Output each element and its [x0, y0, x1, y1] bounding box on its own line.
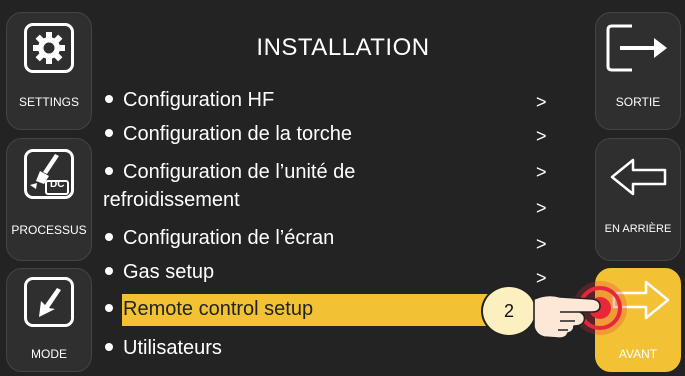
menu-item-screen[interactable]: Configuration de l’écran	[105, 226, 334, 250]
bullet	[105, 232, 113, 241]
forward-label: AVANT	[618, 347, 658, 361]
mode-icon-frame	[24, 277, 74, 327]
chevron-right-icon: >	[536, 92, 547, 112]
menu-item-label: Configuration de l’écran	[123, 227, 335, 249]
mode-button[interactable]: MODE	[6, 268, 92, 372]
bullet	[105, 266, 113, 275]
menu-item-label: refroidissement	[103, 189, 240, 211]
dc-badge: DC	[50, 179, 65, 190]
menu-item-cooling[interactable]: Configuration de l’unité de	[105, 160, 355, 184]
bullet	[105, 342, 113, 351]
menu-item-label: Gas setup	[123, 261, 215, 283]
menu-item-hf[interactable]: Configuration HF	[105, 88, 274, 112]
menu-item-label: Remote control setup	[123, 298, 314, 320]
bullet	[105, 166, 113, 175]
exit-arrow-icon	[606, 24, 667, 72]
process-button[interactable]: DC PROCESSUS	[6, 138, 92, 261]
process-icon-frame: DC	[24, 149, 74, 199]
exit-button[interactable]: SORTIE	[595, 12, 681, 130]
chevron-right-icon: >	[536, 198, 547, 218]
bullet	[105, 128, 113, 137]
settings-label: SETTINGS	[18, 95, 79, 109]
process-label: PROCESSUS	[11, 223, 87, 237]
chevron-right-icon: >	[536, 234, 547, 254]
bullet	[105, 303, 113, 312]
menu-item-label: Utilisateurs	[123, 337, 222, 359]
bullet	[105, 94, 113, 103]
mode-label: MODE	[31, 347, 67, 361]
menu-item-label: Configuration de l’unité de	[123, 161, 356, 183]
page-title: INSTALLATION	[256, 34, 430, 61]
settings-icon-frame	[24, 23, 74, 73]
menu-item-remote[interactable]: Remote control setup	[105, 297, 313, 321]
menu-item-users[interactable]: Utilisateurs	[105, 336, 222, 360]
gear-icon	[33, 32, 65, 64]
back-button[interactable]: EN ARRIÈRE	[595, 138, 681, 261]
step-number-badge: 2	[481, 285, 537, 337]
exit-label: SORTIE	[615, 95, 661, 109]
back-label: EN ARRIÈRE	[604, 223, 672, 235]
chevron-right-icon: >	[536, 162, 547, 182]
settings-button[interactable]: SETTINGS	[6, 12, 92, 130]
pointing-hand-icon	[533, 281, 627, 339]
arrow-down-left-icon	[39, 288, 61, 317]
menu-item-gas[interactable]: Gas setup	[105, 260, 214, 284]
menu-item-torch[interactable]: Configuration de la torche	[105, 122, 352, 146]
control-screen: SETTINGS DC PROCESSUS MODE SORTIE EN ARR…	[0, 0, 685, 376]
menu-item-cooling-cont[interactable]: refroidissement	[103, 188, 240, 212]
chevron-right-icon: >	[536, 126, 547, 146]
menu-item-label: Configuration HF	[123, 89, 275, 111]
menu-item-label: Configuration de la torche	[123, 123, 353, 145]
back-arrow-icon	[610, 158, 667, 196]
